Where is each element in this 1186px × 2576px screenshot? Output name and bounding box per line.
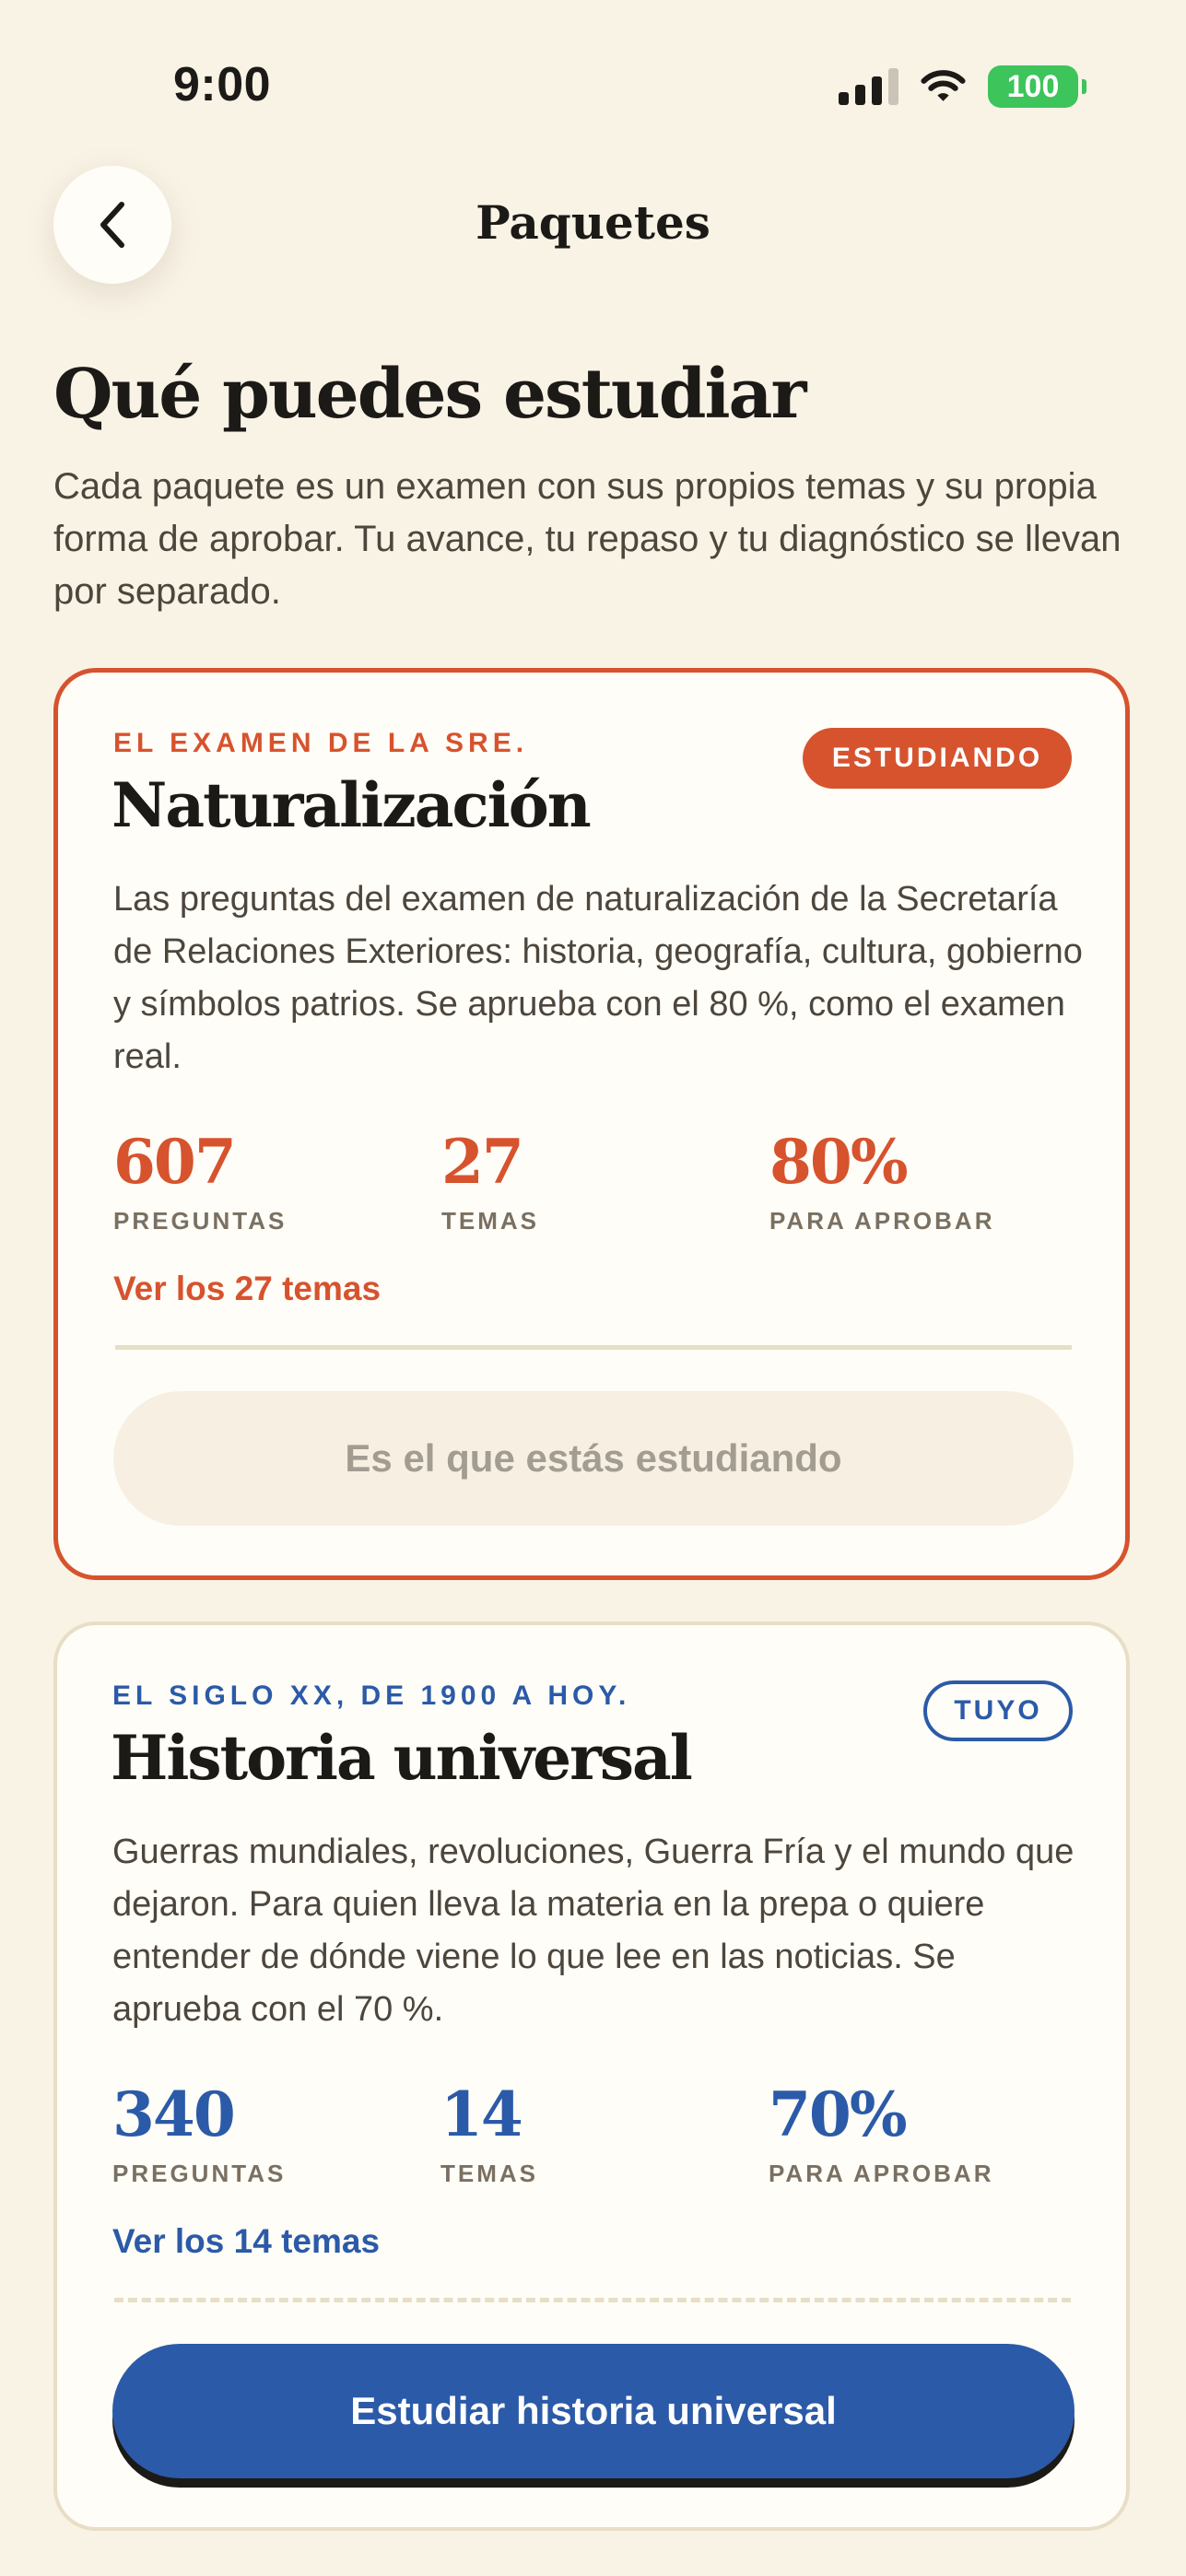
battery-icon: 100 <box>988 65 1086 108</box>
see-topics-link[interactable]: Ver los 14 temas <box>112 2222 380 2261</box>
package-description: Guerras mundiales, revoluciones, Guerra … <box>112 1832 1074 2029</box>
currently-studying-button: Es el que estás estudiando <box>113 1391 1074 1526</box>
package-kicker: EL EXAMEN DE LA SRE. <box>113 728 529 758</box>
card-divider <box>114 2298 1071 2302</box>
card-divider <box>115 1345 1072 1350</box>
stat-pass-value: 80% <box>769 1126 909 1198</box>
status-badge: TUYO <box>923 1680 1073 1741</box>
page-title: Qué puedes estudiar <box>53 355 806 434</box>
wifi-icon <box>921 70 966 101</box>
package-title: Naturalización <box>112 769 592 841</box>
stat-topics-label: TEMAS <box>441 1207 539 1235</box>
see-topics-link[interactable]: Ver los 27 temas <box>113 1270 381 1308</box>
stat-questions-value: 607 <box>113 1126 237 1198</box>
stat-questions-label: PREGUNTAS <box>113 1207 288 1235</box>
package-card-naturalizacion: EL EXAMEN DE LA SRE. ESTUDIANDO Naturali… <box>53 668 1130 1580</box>
status-time: 9:00 <box>173 58 272 111</box>
nav-title: Paquetes <box>476 195 710 250</box>
stat-pass-label: PARA APROBAR <box>769 1207 995 1235</box>
stat-topics-value: 27 <box>441 1126 524 1198</box>
stat-pass-label: PARA APROBAR <box>769 2160 994 2187</box>
stat-questions-label: PREGUNTAS <box>112 2160 287 2187</box>
stat-topics-label: TEMAS <box>440 2160 538 2187</box>
page-subtitle: Cada paquete es un examen con sus propio… <box>53 466 1121 612</box>
package-kicker: EL SIGLO XX, DE 1900 A HOY. <box>112 1680 631 1711</box>
package-title: Historia universal <box>111 1722 693 1794</box>
stat-questions-value: 340 <box>112 2078 236 2150</box>
cellular-signal-icon <box>839 68 898 105</box>
status-icons: 100 <box>839 63 1086 111</box>
package-card-historia: EL SIGLO XX, DE 1900 A HOY. TUYO Histori… <box>53 1622 1130 2531</box>
status-badge: ESTUDIANDO <box>803 728 1072 789</box>
stat-pass-value: 70% <box>769 2078 908 2150</box>
stat-topics-value: 14 <box>440 2078 523 2150</box>
study-history-button[interactable]: Estudiar historia universal <box>112 2344 1074 2478</box>
package-description: Las preguntas del examen de naturalizaci… <box>113 880 1083 1076</box>
